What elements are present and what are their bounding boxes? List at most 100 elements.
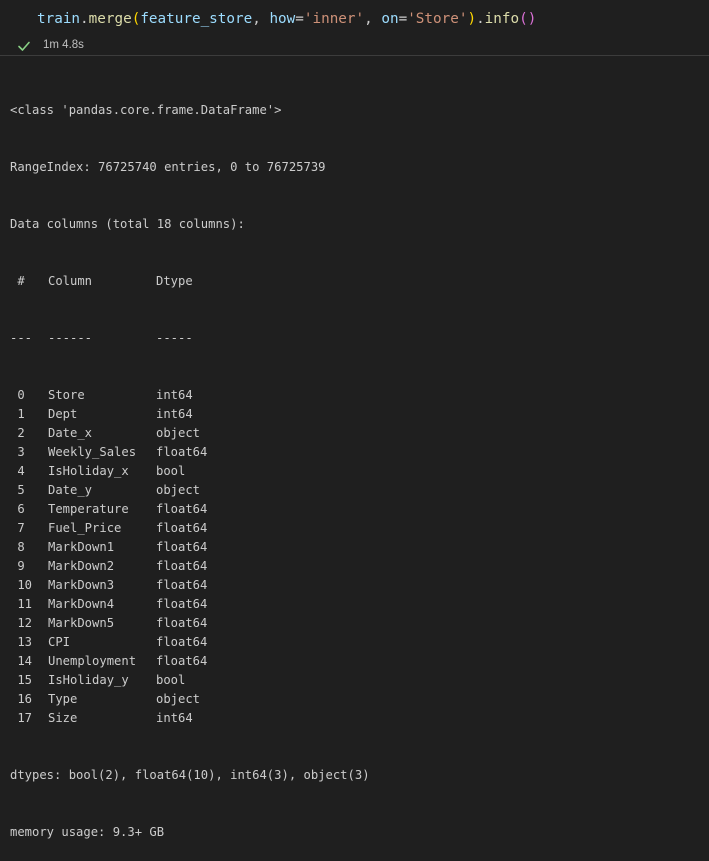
- code-cell[interactable]: train.merge(feature_store, how='inner', …: [0, 0, 709, 55]
- row-index: 16: [10, 692, 33, 706]
- execution-status: 1m 4.8s: [17, 36, 84, 54]
- table-rows: 0 Store int64 1 Dept int64 2 Date_x object 3 We…: [10, 386, 370, 728]
- code-open-paren: (: [519, 11, 528, 27]
- table-rule-index: ---: [10, 331, 33, 345]
- table-row: 17 Size int64: [10, 709, 370, 728]
- code-arg-feature-store: feature_store: [140, 11, 253, 27]
- row-column-name: IsHoliday_x: [48, 464, 129, 478]
- row-index: 14: [10, 654, 33, 668]
- row-dtype: bool: [156, 464, 186, 478]
- table-row: 1 Dept int64: [10, 405, 370, 424]
- table-row: 4 IsHoliday_x bool: [10, 462, 370, 481]
- table-header-column: Column: [48, 274, 93, 288]
- row-index: 3: [10, 445, 25, 459]
- row-dtype: float64: [156, 635, 208, 649]
- row-index: 6: [10, 502, 25, 516]
- code-close-paren: ): [527, 11, 537, 27]
- row-index: 1: [10, 407, 25, 421]
- row-index: 4: [10, 464, 25, 478]
- cell-output: <class 'pandas.core.frame.DataFrame'> Ra…: [10, 63, 370, 861]
- table-row: 14 Unemployment float64: [10, 652, 370, 671]
- code-string-inner: 'inner': [303, 11, 365, 27]
- row-dtype: int64: [156, 388, 193, 402]
- row-index: 5: [10, 483, 25, 497]
- row-index: 7: [10, 521, 25, 535]
- code-comma: ,: [252, 11, 270, 27]
- table-header-index: #: [10, 274, 25, 288]
- table-row: 10 MarkDown3 float64: [10, 576, 370, 595]
- row-column-name: Temperature: [48, 502, 129, 516]
- code-comma: ,: [364, 11, 382, 27]
- row-column-name: Date_x: [48, 426, 93, 440]
- code-dot: .: [80, 11, 89, 27]
- row-index: 0: [10, 388, 25, 402]
- table-row: 11 MarkDown4 float64: [10, 595, 370, 614]
- table-row: 9 MarkDown2 float64: [10, 557, 370, 576]
- row-column-name: Size: [48, 711, 78, 725]
- table-row: 7 Fuel_Price float64: [10, 519, 370, 538]
- table-row: 3 Weekly_Sales float64: [10, 443, 370, 462]
- row-dtype: object: [156, 426, 201, 440]
- check-icon: [17, 38, 31, 52]
- table-row: 13 CPI float64: [10, 633, 370, 652]
- row-dtype: float64: [156, 540, 208, 554]
- row-index: 15: [10, 673, 33, 687]
- table-row: 15 IsHoliday_y bool: [10, 671, 370, 690]
- cell-output-divider: [0, 55, 709, 56]
- row-column-name: MarkDown4: [48, 597, 115, 611]
- table-header-row: # Column Dtype: [10, 272, 370, 291]
- row-index: 17: [10, 711, 33, 725]
- table-rule-dtype: -----: [156, 331, 193, 345]
- table-row: 2 Date_x object: [10, 424, 370, 443]
- row-dtype: object: [156, 483, 201, 497]
- row-column-name: Weekly_Sales: [48, 445, 137, 459]
- code-line[interactable]: train.merge(feature_store, how='inner', …: [37, 9, 536, 29]
- row-index: 11: [10, 597, 33, 611]
- row-dtype: int64: [156, 711, 193, 725]
- code-kwarg-on: on: [381, 11, 399, 27]
- row-dtype: float64: [156, 597, 208, 611]
- row-column-name: MarkDown3: [48, 578, 115, 592]
- row-index: 2: [10, 426, 25, 440]
- table-row: 0 Store int64: [10, 386, 370, 405]
- row-column-name: Dept: [48, 407, 78, 421]
- row-dtype: float64: [156, 502, 208, 516]
- row-index: 13: [10, 635, 33, 649]
- table-row: 6 Temperature float64: [10, 500, 370, 519]
- code-method-merge: merge: [88, 11, 132, 27]
- row-dtype: object: [156, 692, 201, 706]
- row-dtype: float64: [156, 616, 208, 630]
- row-dtype: float64: [156, 445, 208, 459]
- code-object: train: [37, 11, 81, 27]
- row-column-name: Type: [48, 692, 78, 706]
- code-method-info: info: [484, 11, 520, 27]
- row-column-name: MarkDown2: [48, 559, 115, 573]
- output-line-dtypes: dtypes: bool(2), float64(10), int64(3), …: [10, 768, 370, 782]
- table-row: 16 Type object: [10, 690, 370, 709]
- row-dtype: bool: [156, 673, 186, 687]
- row-column-name: MarkDown5: [48, 616, 115, 630]
- output-line-class: <class 'pandas.core.frame.DataFrame'>: [10, 103, 282, 117]
- row-column-name: IsHoliday_y: [48, 673, 129, 687]
- table-rule-row: --- ------ -----: [10, 329, 370, 348]
- output-line-rangeindex: RangeIndex: 76725740 entries, 0 to 76725…: [10, 160, 326, 174]
- output-line-memory-usage: memory usage: 9.3+ GB: [10, 825, 165, 839]
- row-column-name: Unemployment: [48, 654, 137, 668]
- code-kwarg-how: how: [269, 11, 296, 27]
- row-index: 10: [10, 578, 33, 592]
- row-column-name: Fuel_Price: [48, 521, 122, 535]
- code-string-store: 'Store': [407, 11, 468, 27]
- code-close-paren: ): [467, 11, 477, 27]
- row-column-name: CPI: [48, 635, 71, 649]
- code-dot: .: [476, 11, 485, 27]
- row-dtype: float64: [156, 559, 208, 573]
- output-line-data-columns: Data columns (total 18 columns):: [10, 217, 245, 231]
- table-row: 5 Date_y object: [10, 481, 370, 500]
- row-index: 12: [10, 616, 33, 630]
- table-header-dtype: Dtype: [156, 274, 193, 288]
- row-dtype: int64: [156, 407, 193, 421]
- code-equals: =: [295, 11, 304, 27]
- table-rule-column: ------: [48, 331, 93, 345]
- row-dtype: float64: [156, 654, 208, 668]
- row-index: 9: [10, 559, 25, 573]
